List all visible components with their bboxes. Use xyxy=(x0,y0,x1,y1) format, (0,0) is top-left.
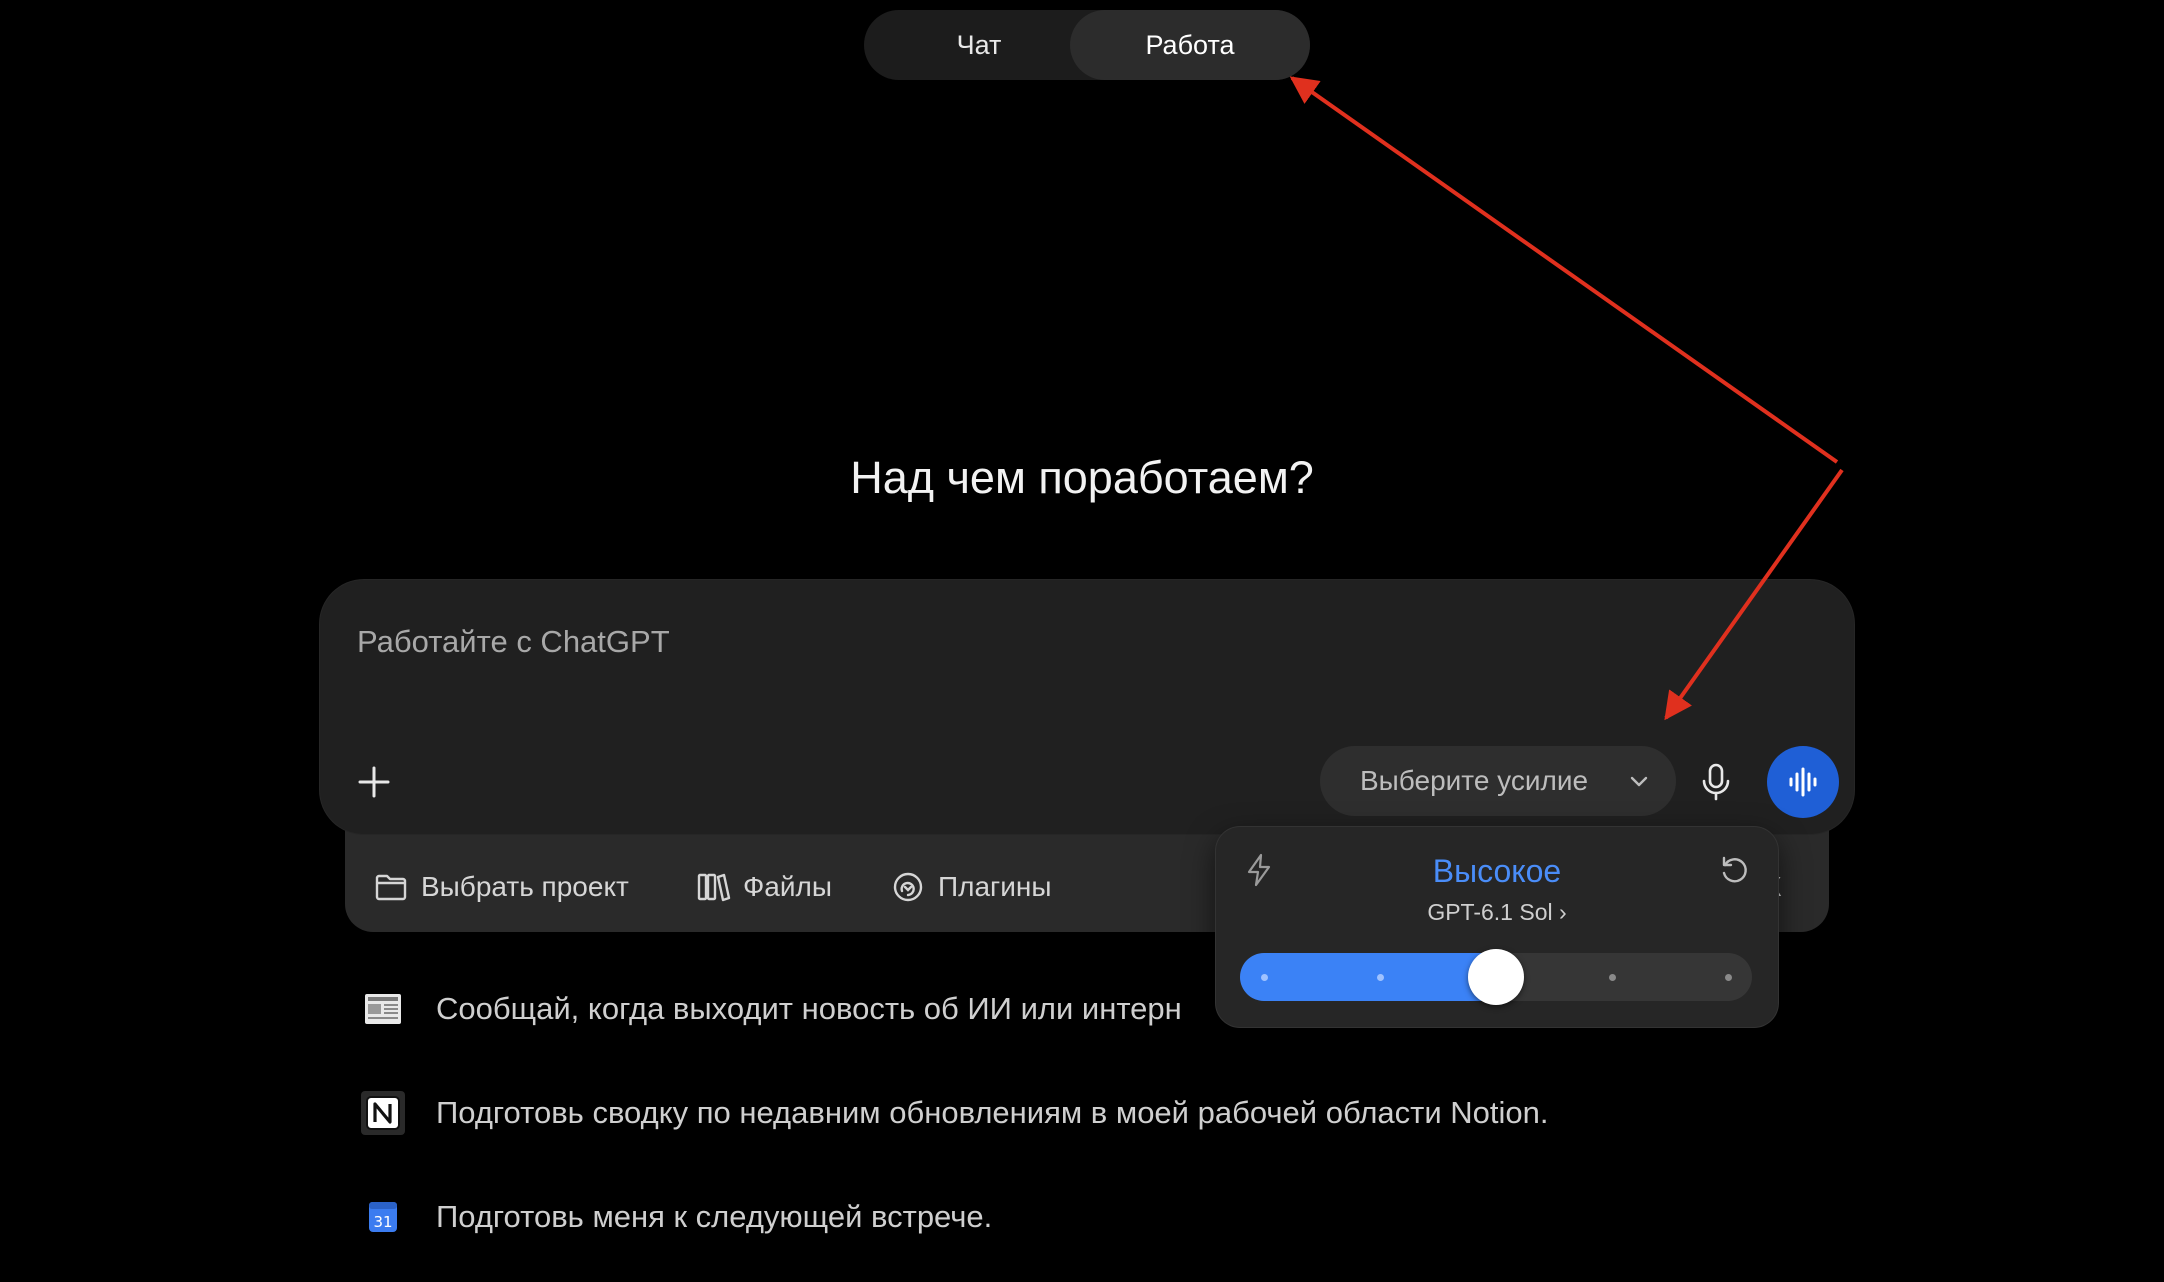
suggestion-text: Подготовь меня к следующей встрече. xyxy=(436,1199,993,1234)
calendar-icon: 31 xyxy=(360,1194,406,1240)
page-title: Над чем поработаем? xyxy=(850,452,1314,503)
voice-mode-button[interactable] xyxy=(1767,746,1839,818)
effort-slider-stop[interactable] xyxy=(1260,974,1268,981)
calendar-icon-day: 31 xyxy=(373,1213,392,1231)
files-label: Файлы xyxy=(743,871,832,902)
mode-switch: Чат Работа xyxy=(864,10,1310,80)
news-icon xyxy=(360,986,406,1032)
plugins-label: Плагины xyxy=(938,871,1052,902)
plus-icon xyxy=(358,766,390,798)
model-name: GPT-6.1 Sol xyxy=(1427,899,1553,925)
microphone-button[interactable] xyxy=(1692,758,1740,806)
choose-project-button[interactable]: Выбрать проект xyxy=(373,862,629,912)
effort-slider-stop[interactable] xyxy=(1376,974,1384,981)
effort-level-label: Высокое xyxy=(1432,853,1562,889)
voice-wave-icon xyxy=(1789,767,1817,797)
choose-project-label: Выбрать проект xyxy=(421,871,629,902)
folder-icon xyxy=(375,874,407,901)
notion-icon xyxy=(360,1090,406,1136)
effort-slider-thumb[interactable] xyxy=(1468,949,1524,1005)
chevron-down-icon xyxy=(1630,776,1648,787)
suggestion-text: Подготовь сводку по недавним обновлениям… xyxy=(436,1095,1549,1130)
effort-slider[interactable] xyxy=(1240,949,1752,1005)
plugins-button[interactable]: Плагины xyxy=(890,862,1051,912)
suggestion-item[interactable]: Подготовь сводку по недавним обновлениям… xyxy=(360,1088,1549,1138)
effort-slider-fill xyxy=(1240,953,1504,1001)
composer: Выберите усилие xyxy=(320,580,1854,834)
effort-select-label: Выберите усилие xyxy=(1360,765,1589,796)
tab-chat[interactable]: Чат xyxy=(864,10,1094,80)
arrow-to-work-tab xyxy=(1289,76,1839,464)
suggestion-text: Сообщай, когда выходит новость об ИИ или… xyxy=(436,991,1182,1026)
suggestion-item[interactable]: 31 Подготовь меня к следующей встрече. xyxy=(360,1192,992,1242)
tab-work[interactable]: Работа xyxy=(1070,10,1310,80)
model-link[interactable]: GPT-6.1 Sol › xyxy=(1216,899,1778,926)
prompt-input[interactable] xyxy=(355,616,1659,668)
add-button[interactable] xyxy=(352,760,396,804)
suggestion-item[interactable]: Сообщай, когда выходит новость об ИИ или… xyxy=(360,984,1182,1034)
microphone-icon xyxy=(1702,763,1730,801)
effort-slider-stop[interactable] xyxy=(1724,974,1732,981)
reset-icon[interactable] xyxy=(1718,853,1752,887)
effort-popup: Высокое GPT-6.1 Sol › xyxy=(1216,827,1778,1027)
library-icon xyxy=(697,873,731,902)
effort-select[interactable]: Выберите усилие xyxy=(1320,746,1676,816)
plugins-icon xyxy=(893,872,923,902)
files-button[interactable]: Файлы xyxy=(695,862,832,912)
effort-slider-stop[interactable] xyxy=(1608,974,1616,981)
